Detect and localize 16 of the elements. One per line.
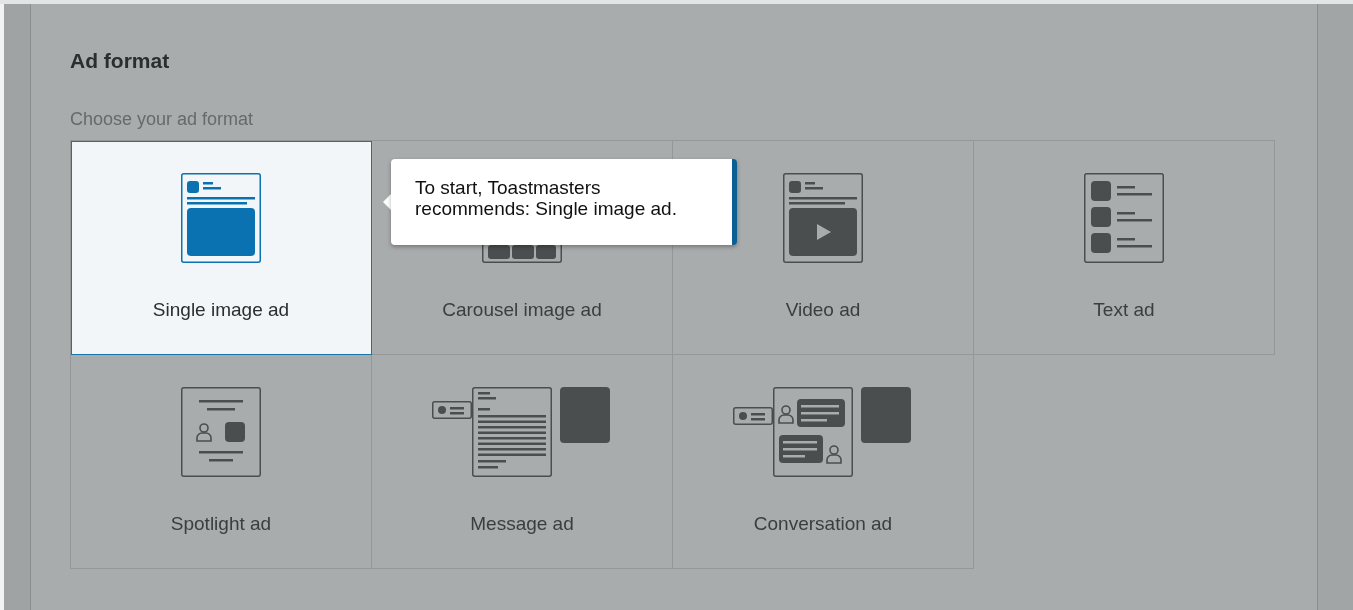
section-subtitle: Choose your ad format — [70, 108, 255, 130]
ad-format-option[interactable]: Message ad — [372, 355, 673, 569]
tooltip-pointer — [383, 194, 391, 210]
spotlight-ad-icon — [181, 387, 261, 477]
recommendation-tooltip: To start, Toastmasters recommends: Single image ad. — [391, 159, 737, 245]
section-title: Ad format — [70, 48, 171, 74]
ad-format-option[interactable]: Spotlight ad — [71, 355, 372, 569]
video-ad-icon — [783, 173, 863, 263]
text-list-icon — [1084, 173, 1164, 263]
carousel-ad-icon — [482, 245, 562, 263]
conversation-ad-icon — [733, 387, 913, 477]
ad-format-option[interactable]: Text ad — [974, 141, 1275, 355]
ad-format-option[interactable]: Conversation ad — [673, 355, 974, 569]
ad-format-option[interactable]: Single image ad — [71, 141, 372, 355]
message-ad-icon — [432, 387, 612, 477]
single-image-ad-icon — [181, 173, 261, 263]
